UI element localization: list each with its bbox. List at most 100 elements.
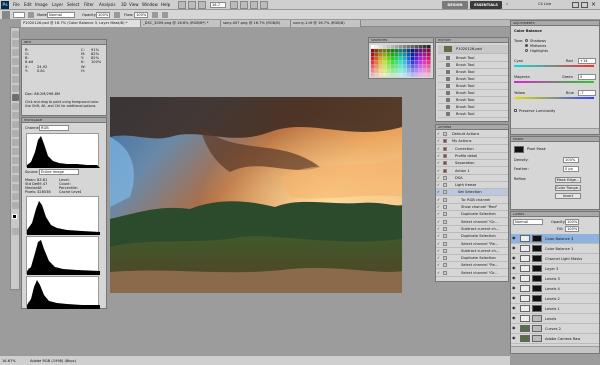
menu-select[interactable]: Select xyxy=(67,2,79,7)
eyedropper-tool-icon[interactable] xyxy=(12,76,19,83)
action-dialog-toggle-icon[interactable] xyxy=(443,153,447,158)
action-dialog-toggle-icon[interactable] xyxy=(443,132,447,136)
swatch[interactable] xyxy=(391,69,395,73)
swatch[interactable] xyxy=(387,61,391,65)
swatch[interactable] xyxy=(391,73,395,77)
magenta-green-slider[interactable]: Magenta Green 0 xyxy=(514,74,598,87)
history-item[interactable]: Brush Tool xyxy=(438,69,508,76)
action-item[interactable]: ✓ Select channel "Re... xyxy=(436,262,508,270)
invert-button[interactable]: Invert xyxy=(555,193,581,199)
quick-select-tool-icon[interactable] xyxy=(12,58,19,65)
layer-row[interactable]: ◉ Color Balance 1 xyxy=(511,244,599,254)
swatch[interactable] xyxy=(407,49,411,53)
swatch[interactable] xyxy=(375,49,379,53)
swatch[interactable] xyxy=(375,69,379,73)
hand-icon[interactable] xyxy=(230,1,238,9)
swatch[interactable] xyxy=(371,53,375,57)
action-dialog-toggle-icon[interactable] xyxy=(443,219,447,224)
action-dialog-toggle-icon[interactable] xyxy=(443,270,447,275)
swatch[interactable] xyxy=(399,73,403,77)
screen-mode-icon[interactable] xyxy=(260,1,268,9)
status-zoom[interactable]: 16.67% xyxy=(2,359,16,363)
action-item[interactable]: ✓ Select channel "Re... xyxy=(436,241,508,248)
swatch[interactable] xyxy=(399,53,403,57)
swatch[interactable] xyxy=(395,57,399,61)
hand-tool-icon[interactable] xyxy=(12,193,19,200)
action-dialog-toggle-icon[interactable] xyxy=(443,146,447,151)
swatch[interactable] xyxy=(399,65,403,69)
action-dialog-toggle-icon[interactable] xyxy=(443,161,447,166)
history-item[interactable]: Brush Tool xyxy=(438,97,508,104)
swatch[interactable] xyxy=(419,49,423,53)
foreground-color-swatch[interactable] xyxy=(12,214,17,219)
swatch[interactable] xyxy=(383,57,387,61)
swatch[interactable] xyxy=(403,49,407,53)
layer-opacity-input[interactable]: 100% xyxy=(565,219,579,225)
tab-document-4[interactable]: sunny-1.tif @ 16.7% (RGB/8) xyxy=(291,20,361,27)
action-item[interactable]: ✓ Light freeze xyxy=(436,182,508,190)
swatch[interactable] xyxy=(371,73,375,77)
visibility-eye-icon[interactable]: ◉ xyxy=(512,266,516,271)
swatch[interactable] xyxy=(419,53,423,57)
visibility-eye-icon[interactable]: ◉ xyxy=(512,306,516,311)
cyan-red-value-field[interactable]: +14 xyxy=(578,58,596,64)
layer-row[interactable]: ◉ Adobe Camera Raw xyxy=(511,334,599,344)
action-item[interactable]: ✓ Action 1 xyxy=(436,168,508,175)
layer-row[interactable]: ◉ Layer 3 xyxy=(511,264,599,274)
swatch[interactable] xyxy=(419,61,423,65)
marquee-tool-icon[interactable] xyxy=(12,40,19,47)
action-item[interactable]: ✓ Subtract current ch... xyxy=(436,226,508,233)
swatch[interactable] xyxy=(403,45,407,49)
zoom-select[interactable]: 16.7 xyxy=(210,2,226,8)
history-item[interactable]: Brush Tool xyxy=(438,90,508,97)
lasso-tool-icon[interactable] xyxy=(12,49,19,56)
swatch[interactable] xyxy=(407,57,411,61)
swatch[interactable] xyxy=(407,65,411,69)
action-item[interactable]: ✓ Separation xyxy=(436,160,508,168)
swatch[interactable] xyxy=(395,49,399,53)
history-item[interactable]: Brush Tool xyxy=(438,76,508,83)
swatch[interactable] xyxy=(403,73,407,77)
swatch[interactable] xyxy=(407,69,411,73)
workspace-design-button[interactable]: DESIGN xyxy=(442,1,468,9)
layer-row[interactable]: ◉ Levels 2 xyxy=(511,294,599,304)
swatch[interactable] xyxy=(379,49,383,53)
layer-row[interactable]: ◉ Color Balance 3 xyxy=(511,234,599,244)
swatch[interactable] xyxy=(375,73,379,77)
layer-row[interactable]: ◉ Levels 3 xyxy=(511,274,599,284)
layer-mask-thumbnail[interactable] xyxy=(532,285,542,292)
pressure-opacity-icon[interactable] xyxy=(114,12,120,18)
swatch[interactable] xyxy=(411,53,415,57)
tone-shadows-radio[interactable] xyxy=(525,39,528,42)
brush-preset-picker[interactable] xyxy=(13,12,25,18)
clone-stamp-tool-icon[interactable] xyxy=(12,103,19,110)
yellow-blue-slider[interactable]: Yellow Blue -7 xyxy=(514,90,598,103)
history-brush-tool-icon[interactable] xyxy=(12,112,19,119)
action-item[interactable]: ✓ Set Selection xyxy=(436,189,508,197)
swatch[interactable] xyxy=(387,73,391,77)
action-toggle-checkmark-icon[interactable]: ✓ xyxy=(437,212,440,216)
color-range-button[interactable]: Color Range... xyxy=(555,185,581,191)
brush-tool-icon[interactable] xyxy=(2,11,10,19)
swatch[interactable] xyxy=(427,65,431,69)
swatch[interactable] xyxy=(371,45,375,49)
action-toggle-checkmark-icon[interactable]: ✓ xyxy=(437,234,440,238)
swatch[interactable] xyxy=(375,61,379,65)
swatch[interactable] xyxy=(387,45,391,49)
layer-mask-thumbnail[interactable] xyxy=(532,305,542,312)
layer-mask-thumbnail[interactable] xyxy=(532,235,542,242)
swatch[interactable] xyxy=(395,65,399,69)
action-toggle-checkmark-icon[interactable]: ✓ xyxy=(437,183,440,187)
layer-mask-thumbnail[interactable] xyxy=(532,265,542,272)
swatch[interactable] xyxy=(399,61,403,65)
mask-edge-button[interactable]: Mask Edge... xyxy=(555,177,581,183)
path-select-tool-icon[interactable] xyxy=(12,166,19,173)
action-toggle-checkmark-icon[interactable]: ✓ xyxy=(437,147,440,151)
layer-mask-thumbnail[interactable] xyxy=(532,325,542,332)
arrange-documents-icon[interactable] xyxy=(250,1,258,9)
dodge-tool-icon[interactable] xyxy=(12,139,19,146)
swatch[interactable] xyxy=(387,65,391,69)
action-dialog-toggle-icon[interactable] xyxy=(443,205,447,209)
tab-document-3[interactable]: sony-007.png @ 16.7% (RGB/8) xyxy=(221,20,291,27)
swatch[interactable] xyxy=(415,61,419,65)
